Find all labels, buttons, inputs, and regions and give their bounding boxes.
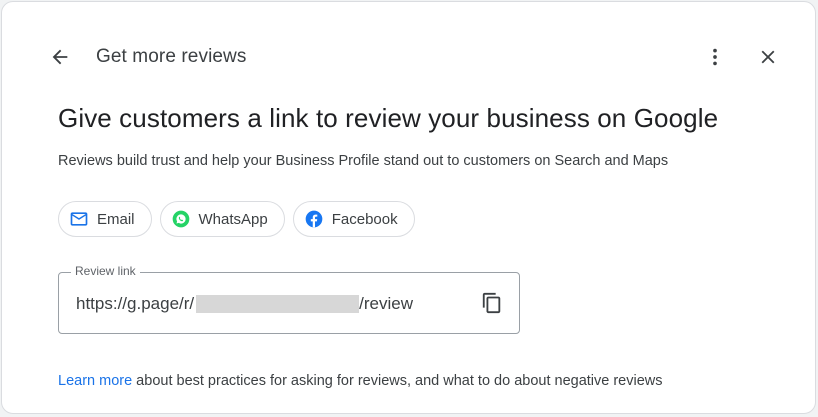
review-link-prefix: https://g.page/r/ (76, 294, 195, 313)
share-whatsapp-button[interactable]: WhatsApp (159, 201, 285, 237)
share-email-label: Email (97, 210, 135, 228)
close-icon (761, 50, 775, 64)
subtext: Reviews build trust and help your Busine… (58, 153, 669, 169)
share-email-button[interactable]: Email (58, 201, 152, 237)
more-options-button[interactable] (699, 41, 731, 73)
main-heading: Give customers a link to review your bus… (58, 103, 719, 133)
whatsapp-icon (171, 209, 191, 229)
facebook-icon (304, 209, 324, 229)
dialog-title: Get more reviews (96, 46, 247, 67)
footer-rest-text: about best practices for asking for revi… (132, 373, 663, 389)
review-link-legend: Review link (71, 264, 140, 278)
more-vert-icon (713, 48, 717, 66)
share-whatsapp-label: WhatsApp (198, 210, 268, 228)
review-link-value: https://g.page/r/ /review (76, 294, 413, 314)
learn-more-link[interactable]: Learn more (58, 373, 132, 389)
arrow-back-icon (52, 49, 68, 65)
copy-link-button[interactable] (479, 290, 505, 316)
share-facebook-button[interactable]: Facebook (292, 201, 415, 237)
copy-icon (482, 292, 501, 314)
dialog-header: Get more reviews (2, 2, 815, 112)
review-dialog: Get more reviews Give customers a link t… (1, 1, 816, 414)
redacted-id (196, 295, 360, 313)
share-options: Email WhatsApp Facebook (58, 201, 415, 237)
close-button[interactable] (752, 41, 784, 73)
email-icon (69, 209, 89, 229)
review-link-suffix: /review (359, 294, 413, 313)
back-button[interactable] (44, 41, 76, 73)
review-link-field[interactable]: Review link https://g.page/r/ /review (58, 264, 520, 334)
share-facebook-label: Facebook (331, 210, 398, 228)
footer-text: Learn more about best practices for aski… (58, 373, 663, 389)
